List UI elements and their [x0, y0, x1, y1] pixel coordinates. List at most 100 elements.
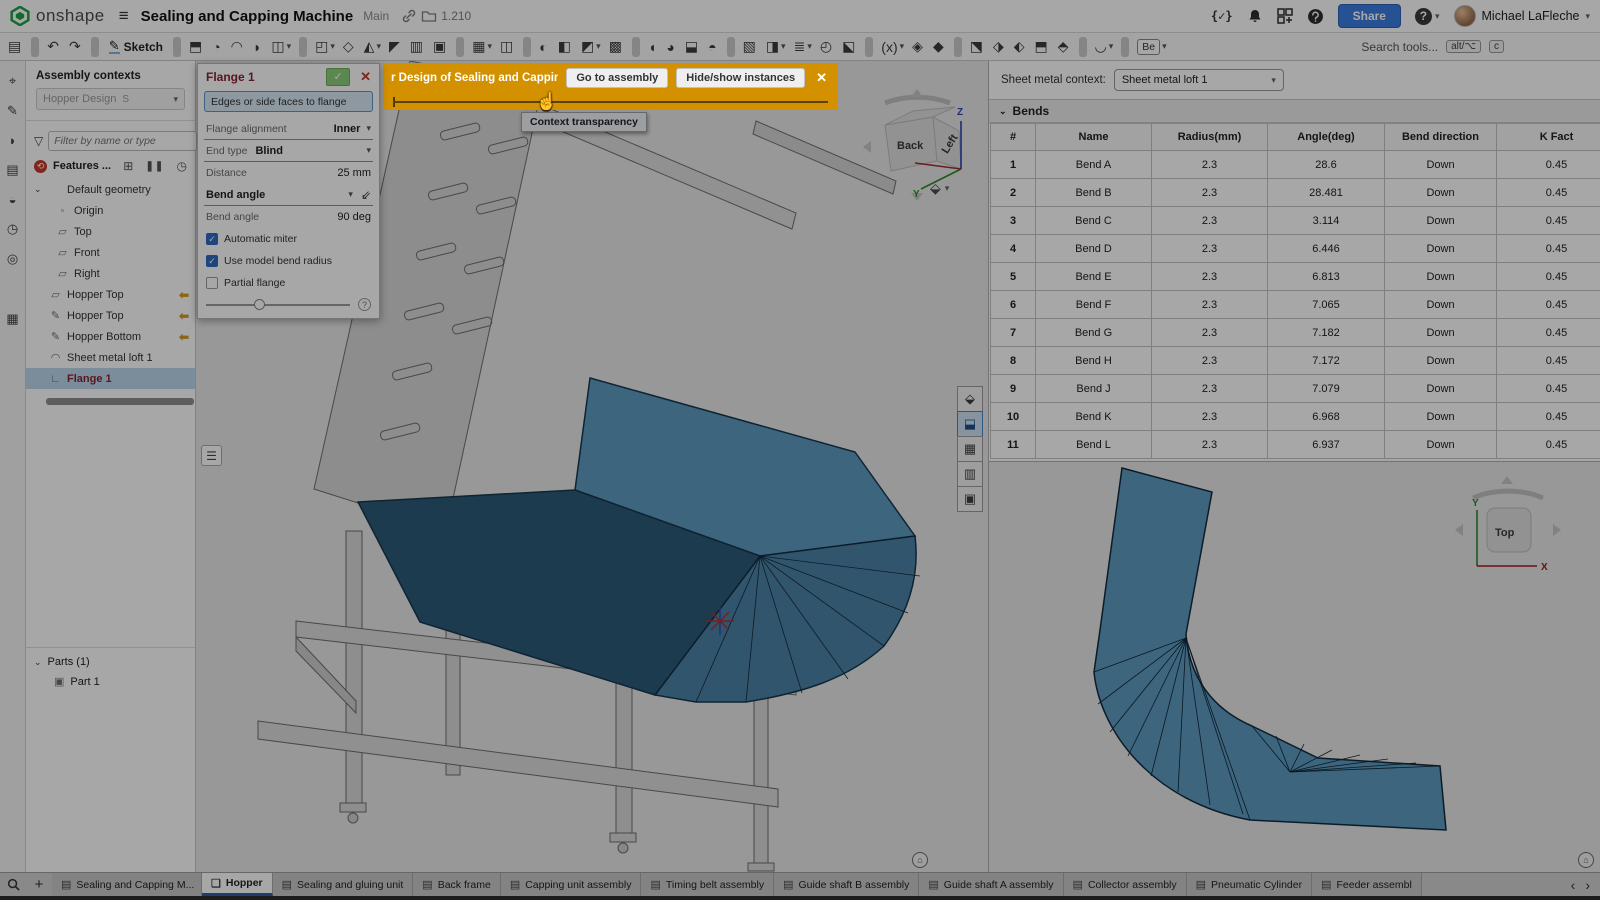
toolbar-icon[interactable]: ⬒: [1031, 35, 1054, 59]
sheet-metal-view-tool[interactable]: ⬙: [957, 386, 983, 412]
toolbar-icon[interactable]: ◆: [929, 35, 950, 59]
user-name[interactable]: Michael LaFleche: [1482, 9, 1580, 23]
learning-globe-icon[interactable]: [1307, 8, 1324, 25]
toolbar-icon[interactable]: ◗: [249, 35, 267, 59]
toolbar-icon[interactable]: ↶: [43, 35, 65, 59]
toolbar-icon[interactable]: [954, 37, 962, 57]
bends-table-row[interactable]: 4 Bend D 2.3 6.446 Down 0.45: [990, 235, 1600, 263]
viewport-divider[interactable]: [988, 61, 989, 872]
toolbar-icon[interactable]: ▧: [739, 35, 762, 59]
toolbar-icon[interactable]: ▤: [4, 35, 27, 59]
toolbar-icon[interactable]: ⬕: [838, 35, 861, 59]
toolbar-icon[interactable]: ⬖: [1010, 35, 1031, 59]
toolbar-icon[interactable]: [632, 37, 640, 57]
bends-table-row[interactable]: 8 Bend H 2.3 7.172 Down 0.45: [990, 347, 1600, 375]
toolbar-icon[interactable]: ◈: [908, 35, 929, 59]
feature-item[interactable]: ▱ Front: [26, 242, 195, 263]
suppress-icon[interactable]: ❚❚: [146, 161, 165, 172]
left-rail-icon[interactable]: ▤: [6, 162, 18, 178]
bends-table-row[interactable]: 1 Bend A 2.3 28.6 Down 0.45: [990, 151, 1600, 179]
toolbar-icon[interactable]: ⬒: [185, 35, 208, 59]
feature-item[interactable]: ⌄ Default geometry: [26, 179, 195, 200]
context-transparency-slider[interactable]: [393, 101, 828, 103]
toolbar-icon[interactable]: ≣▾: [790, 35, 816, 59]
filter-input[interactable]: [48, 131, 197, 151]
toolbar-icon[interactable]: ◐: [535, 35, 553, 59]
feature-item[interactable]: ▱ Hopper Top ⬅: [26, 284, 195, 305]
sheet-metal-view-tool[interactable]: ▣: [957, 486, 983, 512]
checkbox-icon[interactable]: ✓: [206, 255, 218, 267]
app-store-icon[interactable]: [1277, 8, 1293, 24]
flange-alignment-dropdown[interactable]: Flange alignment Inner ▾: [204, 118, 373, 140]
search-tools-label[interactable]: Search tools...: [1361, 40, 1438, 54]
toolbar-icon[interactable]: ◧: [554, 35, 577, 59]
sheet-metal-context-dropdown[interactable]: Sheet metal loft 1 ▾: [1114, 69, 1284, 91]
left-rail-icon[interactable]: ◎: [7, 251, 18, 267]
banner-close-icon[interactable]: ✕: [813, 70, 830, 86]
left-rail-icon[interactable]: ◷: [7, 221, 18, 237]
view-cube-top-face[interactable]: Top: [1495, 527, 1515, 539]
toolbar-icon[interactable]: ◭▾: [360, 35, 385, 59]
distance-field[interactable]: Distance 25 mm: [198, 162, 379, 184]
view-cube-flat[interactable]: Top Y X: [1445, 468, 1570, 583]
toolbar-icon[interactable]: ▣: [429, 35, 452, 59]
toolbar-icon[interactable]: ↷: [65, 35, 87, 59]
toolbar-icon[interactable]: ◤: [385, 35, 406, 59]
view-cube-main[interactable]: Back Left Z Y: [855, 85, 980, 205]
go-to-assembly-button[interactable]: Go to assembly: [566, 68, 668, 88]
dialog-accept-button[interactable]: ✓: [326, 68, 350, 86]
document-tab[interactable]: ▤ Sealing and gluing unit: [273, 873, 414, 896]
toolbar-icon[interactable]: ⬓: [681, 35, 704, 59]
toolbar-icon[interactable]: ◫▾: [267, 35, 295, 59]
toolbar-icon[interactable]: ▩: [605, 35, 628, 59]
bends-table-row[interactable]: 10 Bend K 2.3 6.968 Down 0.45: [990, 403, 1600, 431]
link-icon[interactable]: [401, 8, 417, 24]
document-tab[interactable]: ▤ Timing belt assembly: [641, 873, 774, 896]
sheet-metal-view-tool[interactable]: ⬓: [957, 411, 983, 437]
toolbar-icon[interactable]: [31, 37, 39, 57]
toolbar-icon[interactable]: (x)▾: [877, 35, 908, 59]
toolbar-icon[interactable]: [523, 37, 531, 57]
toolbar-icon[interactable]: [1079, 37, 1087, 57]
versions-folder-icon[interactable]: [421, 8, 437, 24]
toolbar-icon[interactable]: [456, 37, 464, 57]
document-tab[interactable]: ❏ Hopper: [202, 873, 273, 896]
checkbox-icon[interactable]: [206, 277, 218, 289]
toolbar-icon[interactable]: ◖: [644, 35, 662, 59]
parts-section-header[interactable]: ⌄ Parts (1): [26, 648, 195, 672]
bends-table-row[interactable]: 11 Bend L 2.3 6.937 Down 0.45: [990, 431, 1600, 459]
help-caret-icon[interactable]: ▾: [1435, 11, 1440, 22]
user-menu-caret-icon[interactable]: ▾: [1585, 11, 1590, 22]
angle-mode-dropdown[interactable]: Bend angle ▾ ⇙: [204, 184, 373, 206]
document-tab[interactable]: ▤ Collector assembly: [1064, 873, 1187, 896]
regen-timer-icon[interactable]: ◷: [177, 159, 187, 173]
bends-section-header[interactable]: ⌄ Bends: [989, 99, 1600, 123]
left-rail-icon[interactable]: ✎: [7, 103, 18, 119]
hide-show-instances-button[interactable]: Hide/show instances: [676, 68, 805, 88]
left-rail-icon[interactable]: ▦: [6, 311, 18, 327]
version-number[interactable]: 1.210: [441, 9, 471, 23]
end-type-dropdown[interactable]: End type Blind ▾: [204, 140, 373, 162]
flip-direction-icon[interactable]: ⇙: [361, 188, 371, 202]
tab-scroll-right-icon[interactable]: ›: [1585, 877, 1590, 893]
toolbar-icon[interactable]: ◡▾: [1091, 35, 1118, 59]
be-mode-dropdown[interactable]: Be ▾: [1133, 35, 1170, 59]
flange-selection-field[interactable]: Edges or side faces to flange: [204, 91, 373, 112]
feature-item[interactable]: ✎ Hopper Bottom ⬅: [26, 326, 195, 347]
toolbar-icon[interactable]: ◇: [339, 35, 360, 59]
left-rail-icon[interactable]: ◗: [9, 133, 17, 148]
view-cube-back-face[interactable]: Back: [897, 140, 924, 152]
featurescript-icon[interactable]: {✓}: [1211, 9, 1233, 23]
feature-item[interactable]: ◦ Origin: [26, 200, 195, 221]
checkbox-icon[interactable]: ✓: [206, 233, 218, 245]
document-tab[interactable]: ▤ Guide shaft A assembly: [919, 873, 1063, 896]
dialog-close-button[interactable]: ✕: [356, 69, 375, 85]
toolbar-icon[interactable]: ▦▾: [468, 35, 496, 59]
tab-search-icon[interactable]: [0, 873, 26, 896]
document-tab[interactable]: ▤ Pneumatic Cylinder: [1187, 873, 1312, 896]
view-home-icon[interactable]: ⌂: [1578, 852, 1594, 868]
feature-item[interactable]: ▱ Right: [26, 263, 195, 284]
bends-table-row[interactable]: 6 Bend F 2.3 7.065 Down 0.45: [990, 291, 1600, 319]
document-tab[interactable]: ▤ Guide shaft B assembly: [774, 873, 919, 896]
menu-icon[interactable]: ≡: [119, 6, 129, 26]
